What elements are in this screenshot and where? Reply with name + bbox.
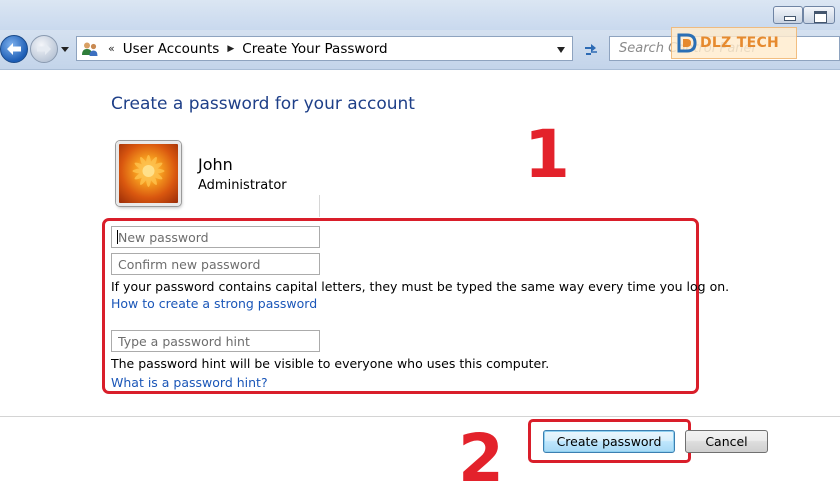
recent-pages-dropdown-icon[interactable]	[60, 44, 70, 54]
minimize-button[interactable]	[773, 6, 803, 24]
forward-arrow-icon	[37, 43, 51, 55]
breadcrumb-overflow-icon[interactable]: «	[108, 42, 115, 55]
user-role: Administrator	[198, 178, 287, 193]
step-number-2: 2	[458, 420, 504, 497]
user-name: John	[198, 155, 233, 174]
divider	[319, 195, 320, 217]
capital-letters-note: If your password contains capital letter…	[111, 279, 730, 294]
create-password-button[interactable]: Create password	[543, 430, 675, 453]
user-accounts-icon	[81, 41, 99, 57]
watermark-text: DLZ TECH	[700, 35, 780, 51]
footer-separator	[0, 416, 840, 417]
address-bar[interactable]: « User Accounts ▶ Create Your Password	[76, 36, 573, 61]
refresh-button[interactable]	[577, 36, 605, 61]
maximize-button[interactable]	[803, 6, 835, 24]
breadcrumb-separator-icon[interactable]: ▶	[227, 44, 234, 54]
step-number-1: 1	[524, 116, 570, 193]
breadcrumb-create-your-password[interactable]: Create Your Password	[242, 41, 387, 57]
breadcrumb-user-accounts[interactable]: User Accounts	[123, 41, 220, 57]
confirm-password-field[interactable]	[111, 253, 320, 275]
strong-password-help-link[interactable]: How to create a strong password	[111, 296, 317, 311]
page-title: Create a password for your account	[111, 94, 415, 114]
forward-button[interactable]	[30, 35, 58, 63]
dlz-logo-icon	[677, 33, 697, 53]
cancel-button[interactable]: Cancel	[685, 430, 768, 453]
address-dropdown-icon[interactable]	[556, 46, 566, 54]
password-hint-field[interactable]	[111, 330, 320, 352]
text-cursor	[117, 230, 118, 244]
password-hint-visibility-note: The password hint will be visible to eve…	[111, 356, 550, 371]
back-arrow-icon	[7, 43, 21, 55]
user-account-picture	[116, 141, 181, 206]
flower-picture-icon	[132, 155, 165, 187]
password-hint-help-link[interactable]: What is a password hint?	[111, 375, 268, 390]
new-password-field[interactable]	[111, 226, 320, 248]
dlz-tech-watermark-logo: DLZ TECH	[671, 27, 797, 59]
back-button[interactable]	[0, 35, 28, 63]
refresh-icon	[585, 43, 597, 55]
window-title-bar	[0, 0, 840, 30]
